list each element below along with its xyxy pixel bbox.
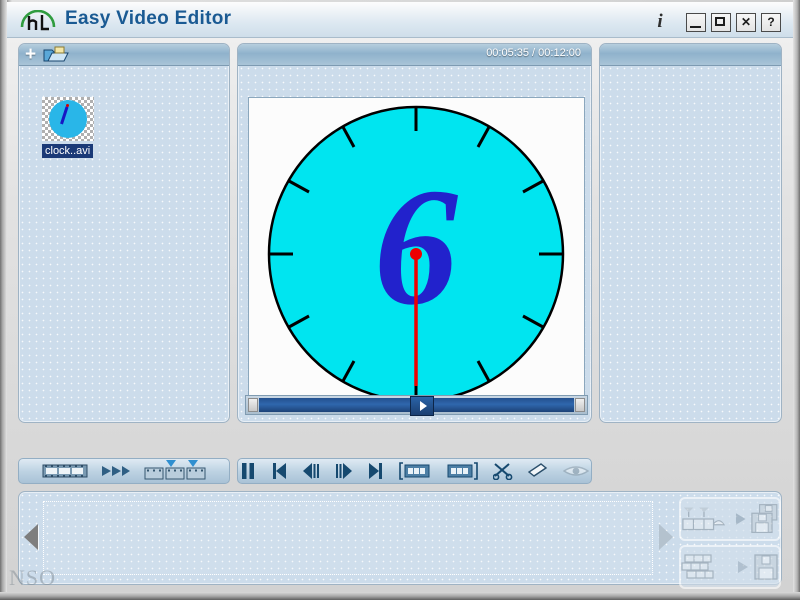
media-bin-tools (18, 458, 230, 484)
open-folder-icon[interactable] (43, 46, 69, 64)
window-controls: i ✕ ? (651, 11, 781, 33)
timeline-track[interactable] (43, 501, 653, 575)
transport-controls (237, 458, 592, 484)
media-bin-panel: + clock..avi (18, 43, 230, 423)
floppy-disks-icon (751, 504, 778, 534)
skip-to-start-button[interactable] (271, 462, 287, 480)
help-glyph: ? (767, 15, 775, 29)
list-item[interactable]: clock..avi (42, 97, 98, 159)
title-bar: Easy Video Editor i ✕ ? (7, 2, 793, 38)
main-body: + clock..avi 00:05:35 / 00:12:00 6 NSO (7, 38, 793, 592)
preview-body: 6 (239, 67, 590, 421)
close-icon[interactable]: ✕ (736, 12, 756, 32)
media-bin-toolbar: + (25, 45, 69, 64)
thumbnail-clock-dot (66, 104, 69, 107)
export-timeline-button[interactable] (679, 497, 781, 541)
step-forward-button[interactable] (335, 462, 353, 480)
clock-thumbnail-icon (42, 97, 94, 141)
window-edge-left (0, 0, 7, 600)
window-edge-bottom (0, 592, 800, 600)
mark-out-button[interactable] (446, 462, 478, 480)
application-window: Easy Video Editor i ✕ ? + clock..avi 00:… (0, 0, 800, 600)
plus-icon[interactable]: + (25, 45, 36, 64)
media-bin-header: + (19, 44, 229, 66)
media-item-label: clock..avi (42, 144, 94, 158)
effects-panel-header (600, 44, 781, 66)
scrubber-track[interactable] (259, 396, 574, 416)
floppy-disk-icon (754, 554, 778, 580)
preview-button[interactable] (563, 463, 589, 479)
page-title: Easy Video Editor (65, 8, 232, 29)
maximize-icon[interactable] (711, 12, 731, 32)
export-batch-button[interactable] (679, 545, 781, 589)
close-glyph: ✕ (740, 15, 752, 29)
help-icon[interactable]: ? (761, 12, 781, 32)
arrow-left-icon[interactable] (24, 524, 38, 550)
pause-button[interactable] (240, 462, 256, 480)
step-back-button[interactable] (302, 462, 320, 480)
time-display: 00:05:35 / 00:12:00 (486, 47, 581, 59)
watermark-text: NSO (9, 565, 57, 590)
video-display[interactable]: 6 (248, 97, 585, 412)
media-bin-body: clock..avi (20, 67, 228, 421)
timeline-panel (18, 491, 782, 589)
effects-panel-body[interactable] (601, 67, 780, 421)
erase-button[interactable] (528, 462, 548, 480)
fast-forward-icon[interactable] (101, 464, 131, 478)
window-edge-right (793, 0, 800, 600)
scrubber-end-cap (575, 398, 585, 412)
scrubber[interactable] (245, 395, 588, 416)
preview-header: 00:05:35 / 00:12:00 (238, 44, 591, 66)
effects-panel (599, 43, 782, 423)
split-clip-icon[interactable] (144, 460, 206, 482)
minimize-icon[interactable] (686, 12, 706, 32)
scrubber-start-cap (248, 398, 258, 412)
skip-to-end-button[interactable] (368, 462, 384, 480)
arrow-right-icon[interactable] (659, 524, 673, 550)
play-triangle-icon[interactable] (410, 396, 435, 416)
mark-in-button[interactable] (399, 462, 431, 480)
filmstrip-markers-icon (682, 507, 726, 531)
info-icon[interactable]: i (651, 11, 669, 33)
filmstrip-frames-icon[interactable] (42, 463, 88, 479)
stacked-clips-icon (681, 554, 714, 579)
cut-button[interactable] (493, 462, 513, 480)
hl-arc-logo-icon (19, 9, 63, 32)
arrow-right-icon (738, 561, 748, 573)
arrow-right-icon (735, 513, 746, 525)
preview-panel: 00:05:35 / 00:12:00 6 (237, 43, 592, 423)
